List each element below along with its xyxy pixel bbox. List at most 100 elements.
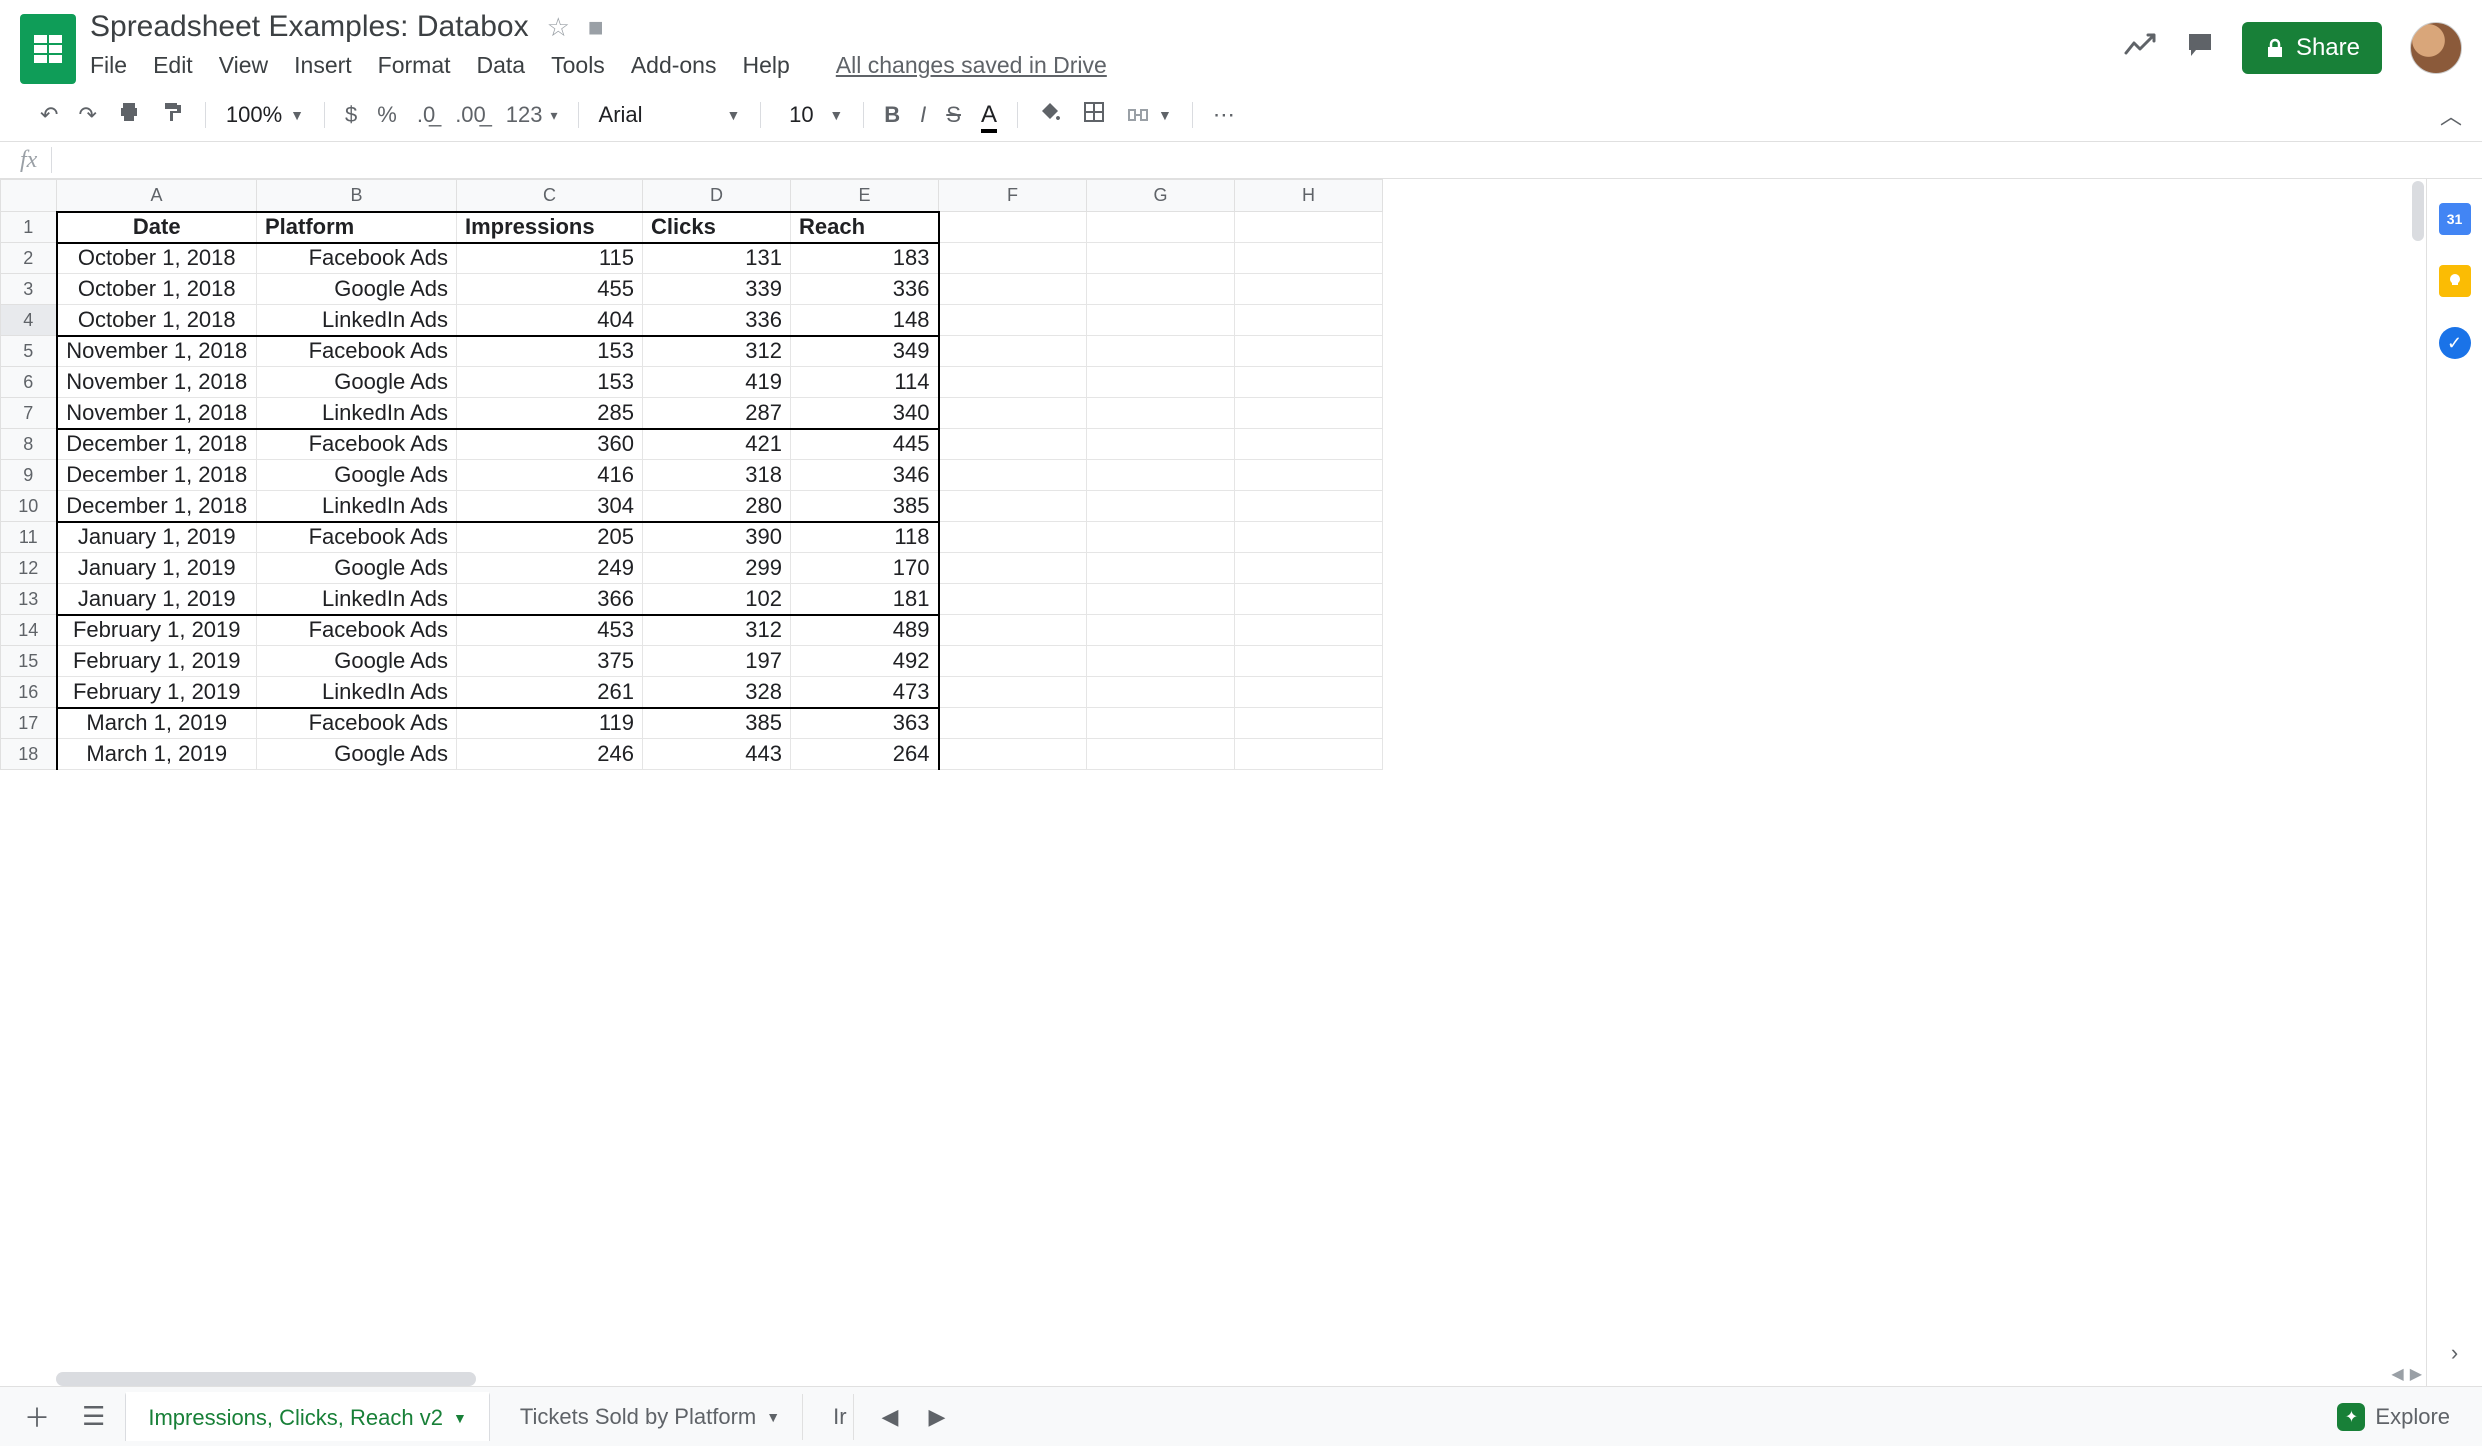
cell[interactable] [939,429,1087,460]
cell[interactable]: Facebook Ads [257,615,457,646]
cell[interactable] [939,739,1087,770]
cell[interactable]: 489 [791,615,939,646]
add-sheet-icon[interactable]: ＋ [12,1398,62,1435]
cell[interactable]: December 1, 2018 [57,429,257,460]
column-header-E[interactable]: E [791,180,939,212]
cell[interactable]: Google Ads [257,460,457,491]
cell[interactable]: 318 [643,460,791,491]
cell[interactable] [1235,708,1383,739]
save-status[interactable]: All changes saved in Drive [836,52,1107,79]
row-header[interactable]: 1 [1,212,57,243]
cell[interactable]: 360 [457,429,643,460]
cell[interactable]: 455 [457,274,643,305]
cell[interactable] [1087,243,1235,274]
bold-icon[interactable]: B [884,102,900,128]
cell[interactable]: 363 [791,708,939,739]
cell[interactable] [1235,646,1383,677]
cell[interactable]: December 1, 2018 [57,491,257,522]
cell[interactable] [1235,305,1383,336]
cell[interactable]: 385 [643,708,791,739]
cell[interactable]: 264 [791,739,939,770]
cell[interactable]: 246 [457,739,643,770]
percent-format-icon[interactable]: % [377,102,397,128]
cell[interactable] [939,646,1087,677]
row-header[interactable]: 17 [1,708,57,739]
text-color-icon[interactable]: A [981,101,997,129]
sheet-tab[interactable]: Tickets Sold by Platform ▼ [498,1394,803,1440]
calendar-sidepanel-icon[interactable]: 31 [2439,203,2471,235]
cell[interactable] [1087,584,1235,615]
header-cell[interactable]: Platform [257,212,457,243]
column-header-B[interactable]: B [257,180,457,212]
cell[interactable]: Facebook Ads [257,336,457,367]
menu-data[interactable]: Data [477,52,526,79]
strikethrough-icon[interactable]: S [946,102,961,128]
cell[interactable]: 118 [791,522,939,553]
cell[interactable]: 375 [457,646,643,677]
cell[interactable]: 148 [791,305,939,336]
cell[interactable]: LinkedIn Ads [257,398,457,429]
cell[interactable]: 336 [643,305,791,336]
scroll-left-icon[interactable]: ◀ [2391,1364,2403,1384]
cell[interactable]: October 1, 2018 [57,243,257,274]
vertical-scrollbar[interactable] [2412,181,2424,241]
comments-icon[interactable] [2186,31,2214,66]
collapse-sidepanel-icon[interactable]: › [2451,1340,2458,1366]
cell[interactable]: 443 [643,739,791,770]
cell[interactable] [1235,398,1383,429]
cell[interactable] [939,584,1087,615]
share-button[interactable]: Share [2242,22,2382,74]
header-cell[interactable]: Reach [791,212,939,243]
cell[interactable] [939,615,1087,646]
row-header[interactable]: 16 [1,677,57,708]
cell[interactable]: October 1, 2018 [57,274,257,305]
cell[interactable] [1235,429,1383,460]
scroll-right-icon[interactable]: ▶ [2410,1364,2422,1384]
cell[interactable] [1087,708,1235,739]
row-header[interactable]: 8 [1,429,57,460]
cell[interactable]: Facebook Ads [257,429,457,460]
row-header[interactable]: 15 [1,646,57,677]
cell[interactable]: March 1, 2019 [57,739,257,770]
sheet-tab-menu-icon[interactable]: ▼ [766,1409,780,1425]
cell[interactable] [939,305,1087,336]
cell[interactable]: 287 [643,398,791,429]
column-header-A[interactable]: A [57,180,257,212]
cell[interactable]: 197 [643,646,791,677]
row-header[interactable]: 2 [1,243,57,274]
cell[interactable]: Facebook Ads [257,243,457,274]
menu-file[interactable]: File [90,52,127,79]
merge-cells-dropdown[interactable]: ▼ [1126,103,1172,127]
cell[interactable]: November 1, 2018 [57,336,257,367]
row-header[interactable]: 11 [1,522,57,553]
cell[interactable] [1087,367,1235,398]
cell[interactable]: 445 [791,429,939,460]
horizontal-scrollbar[interactable] [56,1372,476,1386]
cell[interactable] [1087,615,1235,646]
cell[interactable]: 153 [457,367,643,398]
cell[interactable]: 119 [457,708,643,739]
tab-scroll-right-icon[interactable]: ▶ [928,1404,945,1430]
cell[interactable]: 312 [643,615,791,646]
cell[interactable]: 102 [643,584,791,615]
explore-button[interactable]: Explore [2317,1403,2470,1431]
cell[interactable]: LinkedIn Ads [257,584,457,615]
cell[interactable] [1087,429,1235,460]
cell[interactable]: March 1, 2019 [57,708,257,739]
cell[interactable]: 340 [791,398,939,429]
select-all-corner[interactable] [1,180,57,212]
cell[interactable]: December 1, 2018 [57,460,257,491]
cell[interactable] [939,553,1087,584]
document-title[interactable]: Spreadsheet Examples: Databox [90,8,529,46]
decrease-decimal-icon[interactable]: .0̲ [417,102,435,128]
cell[interactable] [939,708,1087,739]
sheet-grid-scroll[interactable]: ABCDEFGH1DatePlatformImpressionsClicksRe… [0,179,2426,1386]
fill-color-icon[interactable] [1038,100,1062,130]
borders-icon[interactable] [1082,100,1106,130]
cell[interactable]: 261 [457,677,643,708]
cell[interactable] [1087,305,1235,336]
cell[interactable]: 492 [791,646,939,677]
cell[interactable]: 205 [457,522,643,553]
cell[interactable]: LinkedIn Ads [257,677,457,708]
cell[interactable]: 385 [791,491,939,522]
